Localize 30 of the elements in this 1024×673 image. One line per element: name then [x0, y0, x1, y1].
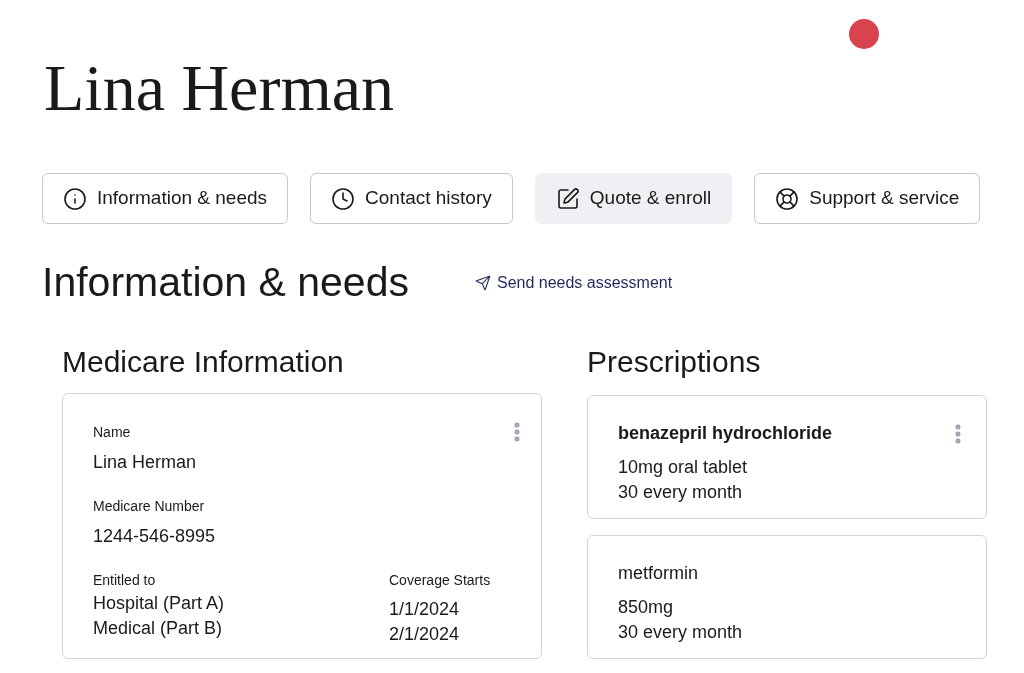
clock-icon	[331, 186, 356, 211]
field-value: 2/1/2024	[389, 623, 460, 646]
drug-dose: 10mg oral tablet	[618, 456, 748, 479]
info-icon	[63, 186, 87, 211]
pencil-square-icon	[555, 186, 580, 211]
drug-frequency: 30 every month	[618, 621, 743, 644]
drug-name: metformin	[618, 562, 698, 585]
field-label: Coverage Starts	[389, 571, 491, 590]
medicare-title: Medicare Information	[62, 347, 344, 377]
field-label: Entitled to	[93, 571, 156, 590]
tab[interactable]: Information & needs	[42, 173, 289, 224]
tab[interactable]: Contact history	[310, 173, 513, 224]
prescriptions-title: Prescriptions	[587, 347, 761, 377]
drug-name: benazepril hydrochloride	[618, 422, 833, 445]
field-value: Lina Herman	[93, 451, 197, 474]
lifebuoy-icon	[775, 186, 800, 211]
section-title: Information & needs	[42, 262, 409, 303]
field-value: 1/1/2024	[389, 598, 460, 621]
field-label: Name	[93, 423, 131, 442]
send-icon	[474, 274, 491, 291]
field-value: 1244-546-8995	[93, 525, 216, 548]
send-assessment-link[interactable]: Send needs assessment	[474, 270, 673, 295]
drug-frequency: 30 every month	[618, 481, 743, 504]
drug-dose: 850mg	[618, 596, 674, 619]
tab[interactable]: Support & service	[754, 173, 981, 224]
client-name: Lina Herman	[44, 55, 394, 121]
field-value: Hospital (Part A)	[93, 592, 225, 615]
field-label: Medicare Number	[93, 497, 205, 516]
field-value: Medical (Part B)	[93, 617, 223, 640]
tab[interactable]: Quote & enroll	[534, 173, 733, 224]
